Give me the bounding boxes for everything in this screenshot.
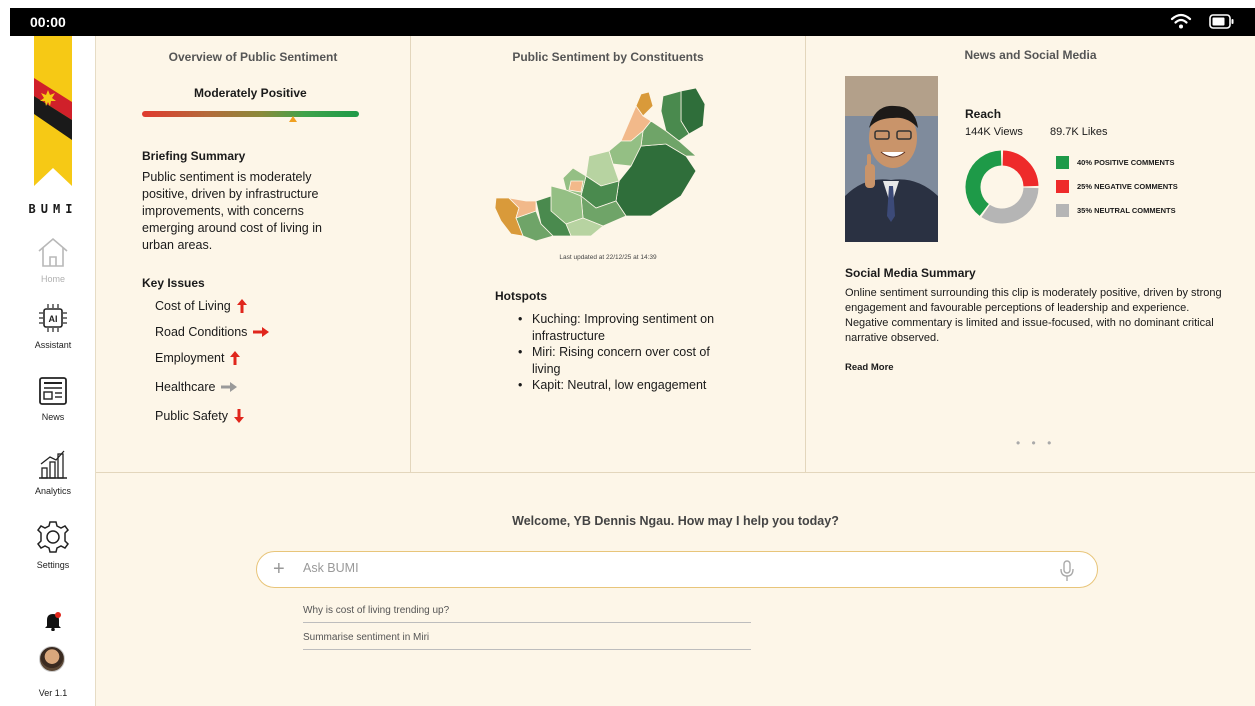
ai-chip-icon: AI <box>39 304 67 332</box>
home-icon <box>38 237 68 267</box>
brand-name: BUMI <box>28 202 78 216</box>
issue-label: Healthcare <box>155 380 216 394</box>
nav-settings-label: Settings <box>36 560 70 570</box>
key-issues-title: Key Issues <box>142 276 205 290</box>
carousel-pager[interactable]: • • • <box>1016 436 1055 450</box>
issue-label: Employment <box>155 351 225 365</box>
constituency-map[interactable] <box>491 86 721 246</box>
donut-slice-negative <box>1002 150 1039 187</box>
sidebar: BUMI Home AI Assistant News Analytics Se… <box>10 36 96 706</box>
avatar[interactable] <box>39 646 65 672</box>
app-version: Ver 1.1 <box>38 688 68 698</box>
issue-employment: Employment <box>155 351 241 365</box>
legend-swatch <box>1056 204 1069 217</box>
microphone-icon[interactable] <box>1060 560 1074 582</box>
legend-positive: 40% POSITIVE COMMENTS <box>1056 156 1175 169</box>
ask-bar: + <box>256 551 1098 588</box>
issue-healthcare: Healthcare <box>155 380 238 394</box>
comments-donut <box>965 150 1039 224</box>
nav-assistant[interactable]: AI Assistant <box>10 302 96 350</box>
reach-title: Reach <box>965 107 1002 121</box>
constituents-title: Public Sentiment by Constituents <box>512 50 704 64</box>
legend-neutral: 35% NEUTRAL COMMENTS <box>1056 204 1176 217</box>
wifi-icon <box>1170 12 1192 35</box>
legend-negative: 25% NEGATIVE COMMENTS <box>1056 180 1178 193</box>
news-panel: News and Social Media Reach 144K Views 8… <box>806 36 1255 472</box>
issue-public-safety: Public Safety <box>155 409 244 423</box>
clock: 00:00 <box>30 14 66 30</box>
nav-assistant-label: Assistant <box>34 340 72 350</box>
overview-panel: Overview of Public Sentiment Moderately … <box>96 36 411 472</box>
newspaper-icon <box>39 377 67 405</box>
nav-analytics[interactable]: Analytics <box>10 448 96 496</box>
nav-analytics-label: Analytics <box>34 486 71 496</box>
map-region <box>568 180 584 193</box>
list-item: Kuching: Improving sentiment on infrastr… <box>516 311 731 344</box>
issue-road-conditions: Road Conditions <box>155 325 270 339</box>
news-title: News and Social Media <box>964 48 1097 62</box>
gear-icon <box>37 521 69 553</box>
news-clip-thumbnail[interactable] <box>845 76 938 242</box>
hotspots-title: Hotspots <box>495 289 547 303</box>
briefing-title: Briefing Summary <box>142 149 246 163</box>
arrow-right-icon <box>253 327 270 337</box>
donut-slice-positive <box>965 150 1002 216</box>
social-summary-title: Social Media Summary <box>845 266 976 280</box>
read-more-link[interactable]: Read More <box>845 362 894 373</box>
views-count: 144K Views <box>965 126 1023 138</box>
legend-swatch <box>1056 180 1069 193</box>
donut-slice-neutral <box>981 187 1039 224</box>
legend-label: 25% NEGATIVE COMMENTS <box>1077 182 1178 191</box>
section-divider <box>96 472 1255 473</box>
sentiment-marker <box>289 116 297 122</box>
overview-title: Overview of Public Sentiment <box>168 50 338 64</box>
notification-bell-icon[interactable] <box>44 611 62 631</box>
add-icon[interactable]: + <box>273 558 285 581</box>
svg-text:AI: AI <box>49 314 58 324</box>
welcome-message: Welcome, YB Dennis Ngau. How may I help … <box>512 514 839 528</box>
nav-news[interactable]: News <box>10 376 96 422</box>
status-bar: 00:00 <box>10 8 1255 36</box>
issue-cost-of-living: Cost of Living <box>155 299 247 313</box>
suggestion-2[interactable]: Summarise sentiment in Miri <box>303 632 751 650</box>
suggestion-1[interactable]: Why is cost of living trending up? <box>303 605 751 623</box>
map-updated-time: Last updated at 22/12/25 at 14:39 <box>559 254 657 261</box>
hotspots-list: Kuching: Improving sentiment on infrastr… <box>516 311 731 394</box>
arrow-right-icon <box>221 382 238 392</box>
nav-home[interactable]: Home <box>10 236 96 284</box>
list-item: Miri: Rising concern over cost of living <box>516 344 731 377</box>
briefing-text: Public sentiment is moderately positive,… <box>142 170 322 252</box>
legend-swatch <box>1056 156 1069 169</box>
issue-label: Road Conditions <box>155 325 248 339</box>
issue-label: Public Safety <box>155 409 228 423</box>
likes-count: 89.7K Likes <box>1050 126 1108 138</box>
nav-news-label: News <box>41 412 65 422</box>
battery-icon <box>1209 14 1235 34</box>
arrow-up-icon <box>236 299 247 313</box>
bar-chart-icon <box>39 450 67 479</box>
sentiment-gauge <box>142 111 359 117</box>
list-item: Kapit: Neutral, low engagement <box>516 377 731 394</box>
legend-label: 35% NEUTRAL COMMENTS <box>1077 206 1176 215</box>
nav-settings[interactable]: Settings <box>10 520 96 570</box>
legend-label: 40% POSITIVE COMMENTS <box>1077 158 1175 167</box>
constituents-panel: Public Sentiment by Constituents Last up… <box>411 36 806 472</box>
arrow-down-icon <box>233 409 244 423</box>
sentiment-label: Moderately Positive <box>194 86 307 100</box>
social-summary-text: Online sentiment surrounding this clip i… <box>845 287 1222 344</box>
main-content: Overview of Public Sentiment Moderately … <box>96 36 1255 706</box>
arrow-up-icon <box>230 351 241 365</box>
ask-input[interactable] <box>303 561 1003 575</box>
sarawak-flag-ribbon <box>34 36 72 186</box>
issue-label: Cost of Living <box>155 299 231 313</box>
nav-home-label: Home <box>40 274 65 284</box>
